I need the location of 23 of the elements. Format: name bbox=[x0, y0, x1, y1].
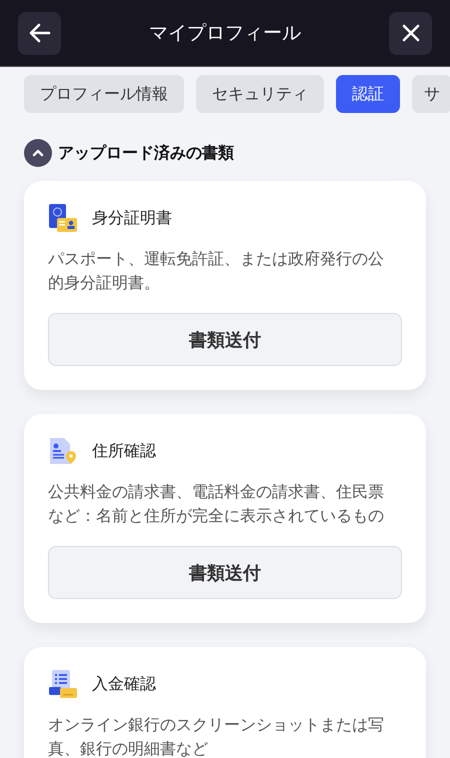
chevron-icon bbox=[32, 149, 44, 157]
send-document-button[interactable]: 書類送付 bbox=[48, 313, 402, 366]
close-icon bbox=[402, 24, 420, 42]
tab[interactable]: セキュリティ bbox=[196, 75, 324, 113]
page-title: マイプロフィール bbox=[149, 21, 301, 46]
document-title: 入金確認 bbox=[92, 674, 156, 694]
tab[interactable]: プロフィール情報 bbox=[24, 75, 184, 113]
document-title: 身分証明書 bbox=[92, 208, 172, 228]
back-arrow-icon bbox=[28, 23, 50, 43]
document-description: パスポート、運転免許証、または政府発行の公的身分証明書。 bbox=[48, 248, 385, 294]
close-button[interactable] bbox=[389, 12, 432, 54]
send-document-button[interactable]: 書類送付 bbox=[48, 546, 402, 599]
section-title: アップロード済みの書類 bbox=[58, 142, 234, 164]
document-description: 公共料金の請求書、電話料金の請求書、住民票など：名前と住所が完全に表示されているもの bbox=[48, 481, 385, 527]
passport-id-icon bbox=[48, 203, 78, 233]
back-button[interactable] bbox=[18, 12, 61, 54]
document-description: オンライン銀行のスクリーンショットまたは写真、銀行の明細書など bbox=[48, 714, 385, 758]
collapse-toggle[interactable] bbox=[24, 139, 52, 167]
document-title: 住所確認 bbox=[92, 440, 156, 462]
tab[interactable]: サ bbox=[412, 75, 450, 113]
list-card-icon bbox=[48, 669, 78, 699]
document-pin-icon bbox=[48, 436, 78, 466]
tab[interactable]: 認証 bbox=[336, 75, 400, 113]
